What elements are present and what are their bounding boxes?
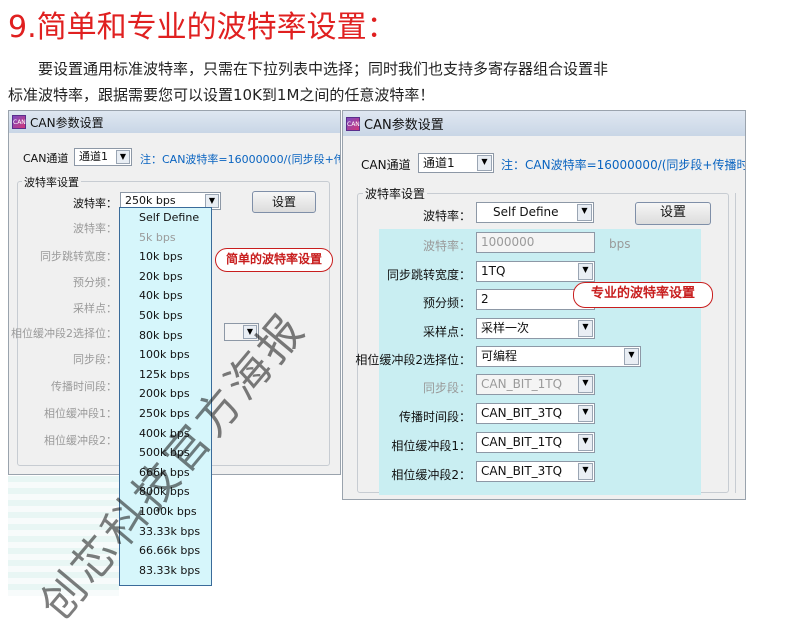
dropdown-option[interactable]: 100k bps bbox=[120, 345, 211, 365]
baud-value: 250k bps bbox=[125, 194, 176, 207]
phase2-label: 相位缓冲段2： bbox=[391, 468, 471, 482]
prop-select[interactable]: CAN_BIT_3TQ ▼ bbox=[476, 403, 595, 424]
chevron-down-icon[interactable]: ▼ bbox=[205, 194, 219, 208]
chevron-down-icon[interactable]: ▼ bbox=[116, 150, 130, 164]
channel-value: 通道1 bbox=[79, 150, 108, 163]
sync-select[interactable]: CAN_BIT_1TQ ▼ bbox=[476, 374, 595, 395]
window-divider bbox=[735, 193, 745, 493]
prop-label: 传播时间段： bbox=[51, 380, 117, 393]
channel-label: CAN通道 bbox=[361, 158, 411, 172]
channel-select[interactable]: 通道1 ▼ bbox=[74, 148, 132, 166]
window-titlebar: CAN CAN参数设置 bbox=[9, 111, 340, 133]
dropdown-option[interactable]: 5k bps bbox=[120, 228, 211, 248]
channel-value: 通道1 bbox=[423, 156, 455, 170]
page-heading: 9.简单和专业的波特率设置： bbox=[8, 10, 397, 45]
sync-value: CAN_BIT_1TQ bbox=[481, 377, 563, 391]
simple-callout: 简单的波特率设置 bbox=[215, 248, 333, 272]
intro-line-1: 要设置通用标准波特率，只需在下拉列表中选择；同时我们也支持多寄存器组合设置非 bbox=[38, 60, 609, 78]
set-button[interactable]: 设置 bbox=[252, 191, 316, 213]
phase1-select[interactable]: CAN_BIT_1TQ ▼ bbox=[476, 432, 595, 453]
formula-note: 注：CAN波特率=16000000/(同步段+传播时 bbox=[501, 158, 746, 172]
dropdown-option[interactable]: 10k bps bbox=[120, 247, 211, 267]
chevron-down-icon[interactable]: ▼ bbox=[578, 463, 593, 480]
sjw-label: 同步跳转宽度： bbox=[40, 250, 117, 263]
phase2-label: 相位缓冲段2： bbox=[44, 434, 117, 447]
prop-label: 传播时间段： bbox=[398, 410, 471, 424]
phase2-select[interactable]: CAN_BIT_3TQ ▼ bbox=[476, 461, 595, 482]
app-icon: CAN bbox=[12, 115, 26, 129]
app-icon: CAN bbox=[346, 116, 360, 131]
rate-unit: bps bbox=[609, 237, 631, 251]
dropdown-option[interactable]: 40k bps bbox=[120, 286, 211, 306]
phase2-select-label: 相位缓冲段2选择位： bbox=[355, 353, 471, 367]
phase2-select-label: 相位缓冲段2选择位： bbox=[11, 327, 117, 340]
prop-value: CAN_BIT_3TQ bbox=[481, 406, 563, 420]
window-title: CAN参数设置 bbox=[364, 118, 444, 133]
sample-label: 采样点： bbox=[422, 325, 471, 339]
chevron-down-icon[interactable]: ▼ bbox=[578, 434, 593, 451]
dropdown-option[interactable]: 80k bps bbox=[120, 326, 211, 346]
prescaler-value: 2 bbox=[481, 292, 489, 306]
rate-field[interactable]: 1000000 bbox=[476, 232, 595, 253]
dropdown-option[interactable]: 50k bps bbox=[120, 306, 211, 326]
formula-note: 注：CAN波特率=16000000/(同步段+传播 bbox=[140, 153, 341, 166]
set-button[interactable]: 设置 bbox=[635, 202, 711, 225]
phase1-label: 相位缓冲段1： bbox=[391, 439, 471, 453]
baud-label: 波特率： bbox=[73, 197, 117, 210]
sync-label: 同步段： bbox=[73, 353, 117, 366]
dropdown-option[interactable]: 83.33k bps bbox=[120, 561, 211, 581]
chevron-down-icon[interactable]: ▼ bbox=[578, 405, 593, 422]
prescaler-label: 预分频： bbox=[73, 276, 117, 289]
phase2-select-value: 可编程 bbox=[481, 349, 518, 363]
baud-group-title: 波特率设置 bbox=[363, 185, 428, 202]
rate-value: 1000000 bbox=[481, 235, 535, 249]
sample-value: 采样一次 bbox=[481, 321, 530, 335]
window-title: CAN参数设置 bbox=[30, 115, 104, 130]
chevron-down-icon[interactable]: ▼ bbox=[477, 155, 492, 171]
dropdown-option[interactable]: Self Define bbox=[120, 208, 211, 228]
pro-callout: 专业的波特率设置 bbox=[573, 282, 713, 308]
chevron-down-icon[interactable]: ▼ bbox=[578, 320, 593, 337]
intro-line-2: 标准波特率，跟据需要您可以设置10K到1M之间的任意波特率！ bbox=[8, 86, 435, 104]
sjw-select[interactable]: 1TQ ▼ bbox=[476, 261, 595, 282]
phase1-value: CAN_BIT_1TQ bbox=[481, 435, 563, 449]
chevron-down-icon[interactable]: ▼ bbox=[624, 348, 639, 365]
chevron-down-icon[interactable]: ▼ bbox=[577, 204, 592, 221]
sample-select[interactable]: 采样一次 ▼ bbox=[476, 318, 595, 339]
channel-select[interactable]: 通道1 ▼ bbox=[418, 153, 494, 173]
sjw-label: 同步跳转宽度： bbox=[386, 268, 471, 282]
channel-label: CAN通道 bbox=[23, 152, 69, 165]
sync-label: 同步段： bbox=[422, 381, 471, 395]
baud-select[interactable]: Self Define ▼ bbox=[476, 202, 594, 223]
baud-group-title: 波特率设置 bbox=[22, 174, 81, 190]
rate-label: 波特率： bbox=[73, 222, 117, 235]
rate-label: 波特率： bbox=[422, 239, 471, 253]
baud-label: 波特率： bbox=[422, 209, 471, 223]
chevron-down-icon[interactable]: ▼ bbox=[578, 263, 593, 280]
baud-value: Self Define bbox=[493, 205, 559, 219]
phase2-value: CAN_BIT_3TQ bbox=[481, 464, 563, 478]
sample-label: 采样点： bbox=[73, 302, 117, 315]
phase1-label: 相位缓冲段1： bbox=[44, 407, 117, 420]
window-titlebar: CAN CAN参数设置 bbox=[343, 111, 745, 136]
phase2-select-combo[interactable]: 可编程 ▼ bbox=[476, 346, 641, 367]
chevron-down-icon[interactable]: ▼ bbox=[578, 376, 593, 393]
sjw-value: 1TQ bbox=[481, 264, 506, 278]
prescaler-label: 预分频： bbox=[422, 296, 471, 310]
dropdown-option[interactable]: 20k bps bbox=[120, 267, 211, 287]
